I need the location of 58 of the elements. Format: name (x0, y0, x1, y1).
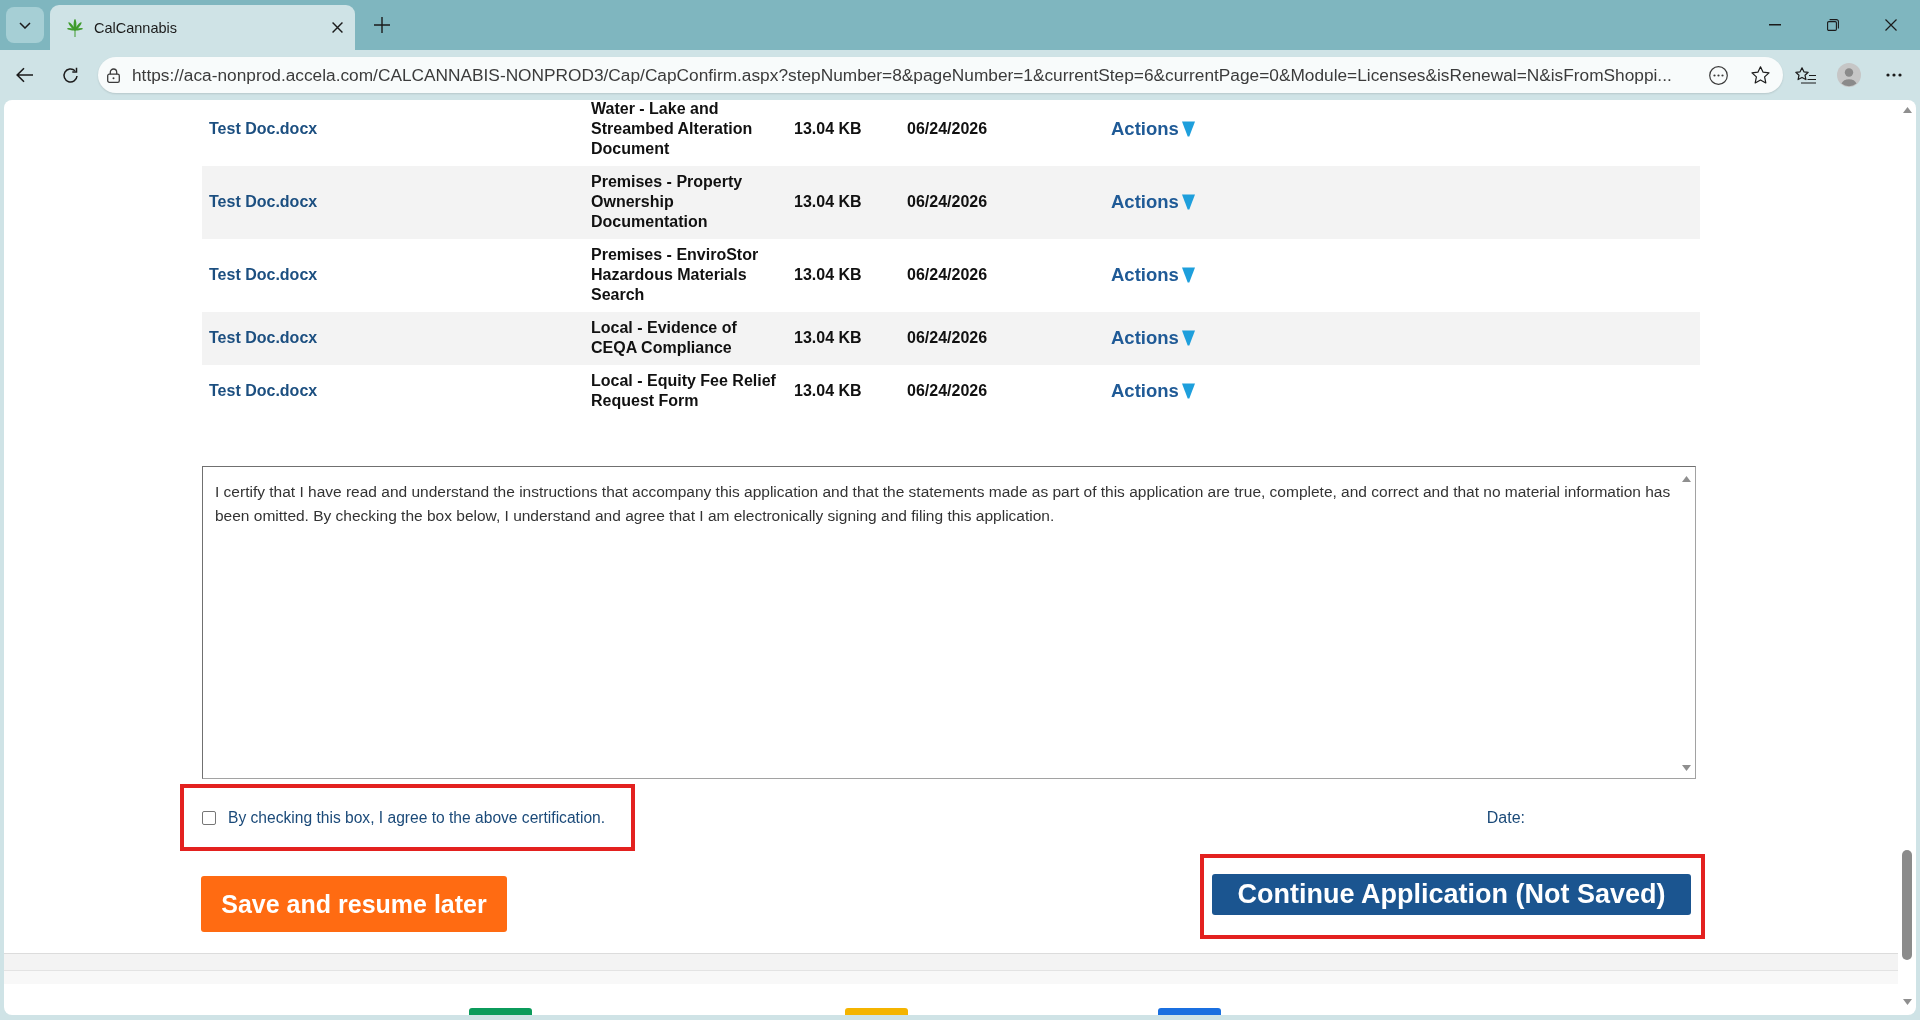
tab-list-button[interactable] (6, 7, 44, 43)
upload-date-text: 06/24/2026 (907, 265, 988, 285)
file-link[interactable]: Test Doc.docx (209, 265, 318, 285)
avatar-icon[interactable] (1837, 63, 1861, 87)
caret-icon (1181, 121, 1195, 137)
document-type-text: Local - Equity Fee Relief Request Form (591, 371, 777, 411)
scroll-down-icon[interactable] (1902, 999, 1912, 1005)
browser-tab[interactable]: CalCannabis (50, 5, 355, 50)
actions-dropdown[interactable]: Actions (1111, 328, 1195, 348)
upload-date-text: 06/24/2026 (907, 381, 988, 401)
upload-date-text: 06/24/2026 (907, 328, 988, 348)
scrollbar-thumb[interactable] (1902, 850, 1912, 960)
close-icon[interactable] (332, 22, 343, 33)
chevron-down-icon (19, 21, 31, 29)
file-size-text: 13.04 KB (794, 381, 862, 401)
file-link[interactable]: Test Doc.docx (209, 328, 318, 348)
actions-dropdown[interactable]: Actions (1111, 381, 1195, 401)
file-size-text: 13.04 KB (794, 119, 862, 139)
more-icon[interactable] (1886, 73, 1902, 77)
actions-dropdown[interactable]: Actions (1111, 192, 1195, 212)
restore-icon[interactable] (1827, 19, 1839, 31)
minimize-icon[interactable] (1769, 24, 1781, 26)
star-icon[interactable] (1751, 66, 1770, 84)
upload-date-text: 06/24/2026 (907, 192, 988, 212)
address-field[interactable]: https://aca-nonprod.accela.com/CALCANNABIS-NONPROD3/Cap/CapConfirm.aspx?stepNumber=8&pageNumber=1&currentStep=6&currentPage=0&Module=Licenses&isRenewal=N&isFromShoppi... (98, 57, 1783, 93)
file-size-text: 13.04 KB (794, 265, 862, 285)
back-arrow-icon[interactable] (16, 67, 34, 83)
close-icon[interactable] (1885, 19, 1897, 31)
file-link[interactable]: Test Doc.docx (209, 192, 318, 212)
document-type-text: Water - Lake and Streambed Alteration Document (591, 100, 754, 159)
lock-icon (107, 67, 120, 83)
leaf-icon (66, 18, 84, 37)
continue-button[interactable]: Continue Application (Not Saved) (1212, 874, 1691, 915)
certification-textarea[interactable]: I certify that I have read and understand the instructions that accompany this application and that the statements made as part of this application are true, complete, and correct and that no material information has been omitted. By checking the box below, I understand and agree that I am electronically signing and filing this application. (202, 466, 1696, 779)
caret-icon (1181, 383, 1195, 399)
upload-date-text: 06/24/2026 (907, 119, 988, 139)
document-type-text: Local - Evidence of CEQA Compliance (591, 318, 738, 358)
scroll-up-icon[interactable] (1902, 107, 1912, 113)
plus-icon[interactable] (374, 17, 390, 33)
certification-checkbox[interactable] (202, 810, 216, 825)
file-link[interactable]: Test Doc.docx (209, 381, 318, 401)
caret-icon (1181, 194, 1195, 210)
checkbox-label: By checking this box, I agree to the above certification. (228, 808, 606, 827)
refresh-icon[interactable] (61, 66, 79, 84)
file-link[interactable]: Test Doc.docx (209, 119, 318, 139)
actions-dropdown[interactable]: Actions (1111, 119, 1195, 139)
file-size-text: 13.04 KB (794, 192, 862, 212)
ellipsis-circle-icon[interactable] (1709, 65, 1728, 85)
favorites-icon[interactable] (1794, 66, 1816, 84)
file-size-text: 13.04 KB (794, 328, 862, 348)
actions-dropdown[interactable]: Actions (1111, 265, 1195, 285)
caret-icon (1181, 267, 1195, 283)
date-label: Date: (1486, 808, 1525, 827)
scroll-down-icon[interactable] (1681, 765, 1691, 771)
document-type-text: Premises - EnviroStor Hazardous Materials Search (591, 245, 760, 305)
caret-icon (1181, 330, 1195, 346)
document-type-text: Premises - Property Ownership Documentation (591, 172, 744, 232)
scroll-up-icon[interactable] (1681, 476, 1691, 482)
